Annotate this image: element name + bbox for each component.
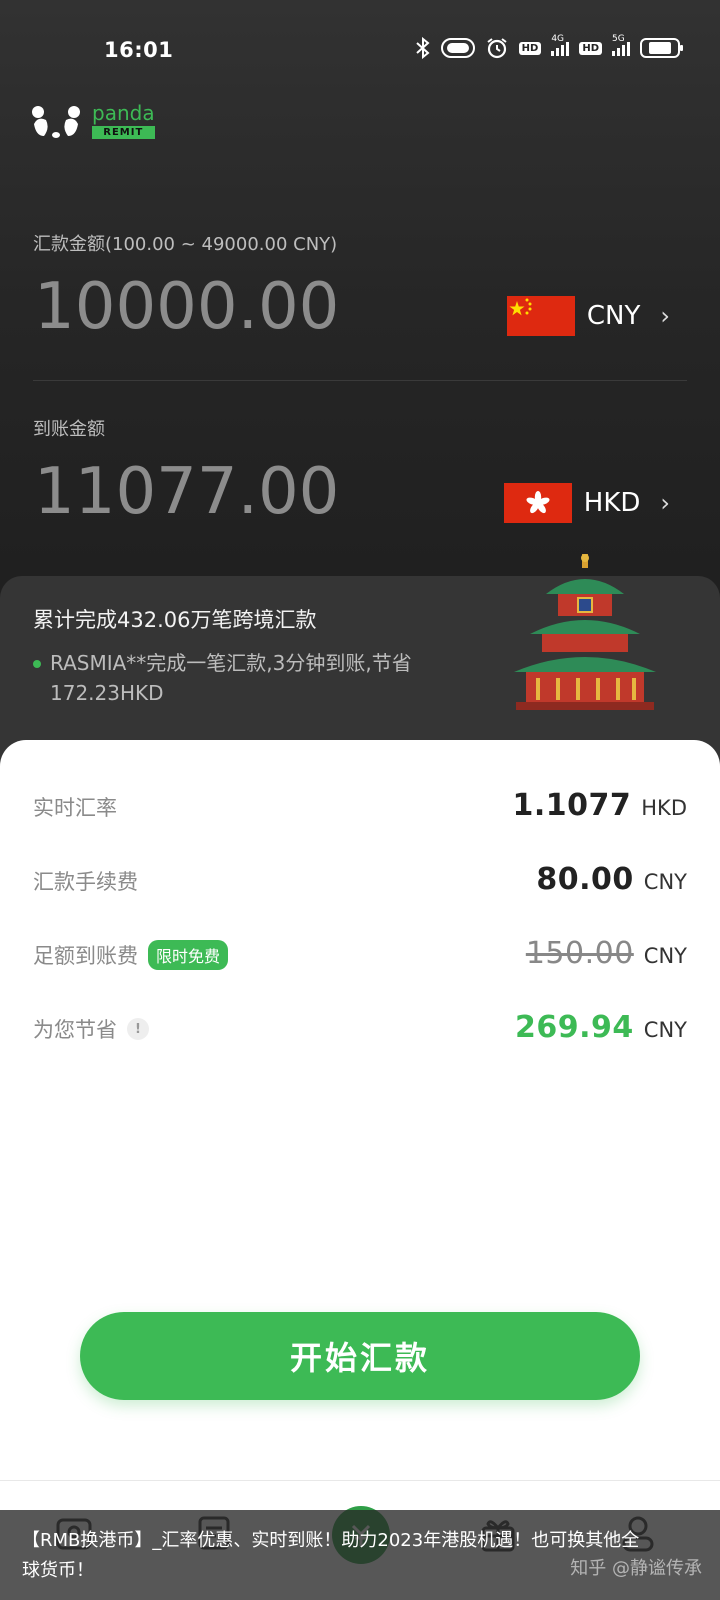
send-amount-label: 汇款金额(100.00 ~ 49000.00 CNY): [33, 234, 338, 255]
receive-amount-value: 11077.00: [34, 455, 340, 529]
saved-value: 269.94: [515, 1010, 634, 1045]
brand-sub: REMIT: [92, 126, 155, 139]
saved-label: 为您节省: [33, 1018, 117, 1042]
promo-title: 累计完成432.06万笔跨境汇款: [33, 608, 317, 632]
fee-label: 汇款手续费: [33, 870, 138, 894]
saved-label-group: 为您节省 !: [33, 1014, 149, 1044]
alarm-icon: [485, 36, 509, 60]
receive-amount-label: 到账金额: [33, 419, 105, 440]
brand-logo: panda REMIT: [30, 102, 155, 140]
rate-label: 实时汇率: [33, 796, 117, 820]
rate-value: 1.1077: [512, 788, 632, 823]
info-icon[interactable]: !: [127, 1018, 149, 1040]
start-remit-button[interactable]: 开始汇款: [80, 1312, 640, 1400]
status-time: 16:01: [104, 38, 174, 62]
receive-currency-code: HKD: [583, 488, 641, 518]
chevron-right-icon: ›: [660, 302, 670, 330]
chevron-right-icon: ›: [660, 489, 670, 517]
status-icons: HD 4G HD 5G: [415, 34, 683, 60]
full-fee-value: 150.00: [525, 936, 634, 971]
details-sheet: 实时汇率 1.1077 HKD 汇款手续费 80.00 CNY 足额到账费 限时…: [0, 740, 720, 1600]
caption-text: 【RMB换港币】_汇率优惠、实时到账！助力2023年港股机遇！也可换其他全球货币…: [22, 1530, 640, 1581]
hong-kong-flag-icon: [503, 483, 572, 523]
saved-row: 为您节省 ! 269.94 CNY: [33, 1010, 687, 1045]
full-fee-label: 足额到账费: [33, 944, 138, 968]
watermark: 知乎 @静谧传承: [570, 1558, 702, 1579]
send-currency-code: CNY: [586, 301, 641, 331]
brand-name: panda: [92, 101, 155, 125]
battery-icon: [640, 38, 683, 58]
hd-icon: HD: [579, 41, 602, 55]
toggle-icon: [440, 38, 475, 58]
free-badge: 限时免费: [148, 940, 229, 970]
fee-value: 80.00: [536, 862, 634, 897]
china-flag-icon: [506, 296, 575, 336]
panda-logo-icon: [32, 106, 80, 138]
full-fee-label-group: 足额到账费 限时免费: [33, 940, 229, 970]
fee-row: 汇款手续费 80.00 CNY: [33, 862, 687, 897]
send-amount-input[interactable]: 10000.00: [34, 270, 339, 344]
signal-4g-icon: 4G: [551, 34, 570, 56]
receive-currency-selector[interactable]: HKD ›: [503, 483, 670, 523]
status-bar: 16:01 HD 4G HD 5G: [0, 30, 720, 70]
tabbar-divider: [0, 1480, 720, 1481]
fee-unit: CNY: [643, 870, 687, 894]
bluetooth-icon: [415, 37, 431, 59]
full-fee-row: 足额到账费 限时免费 150.00 CNY: [33, 936, 687, 971]
full-fee-unit: CNY: [643, 944, 687, 968]
promo-news: RASMIA**完成一笔汇款,3分钟到账,节省172.23HKD: [33, 648, 483, 708]
saved-unit: CNY: [643, 1018, 687, 1042]
temple-of-heaven-icon: [514, 554, 656, 710]
rate-unit: HKD: [641, 796, 687, 820]
send-currency-selector[interactable]: CNY ›: [506, 296, 670, 336]
hd-icon: HD: [518, 41, 542, 55]
caption-overlay: 【RMB换港币】_汇率优惠、实时到账！助力2023年港股机遇！也可换其他全球货币…: [0, 1510, 720, 1600]
rate-row: 实时汇率 1.1077 HKD: [33, 788, 687, 823]
divider: [33, 380, 687, 381]
signal-5g-icon: 5G: [612, 34, 630, 56]
